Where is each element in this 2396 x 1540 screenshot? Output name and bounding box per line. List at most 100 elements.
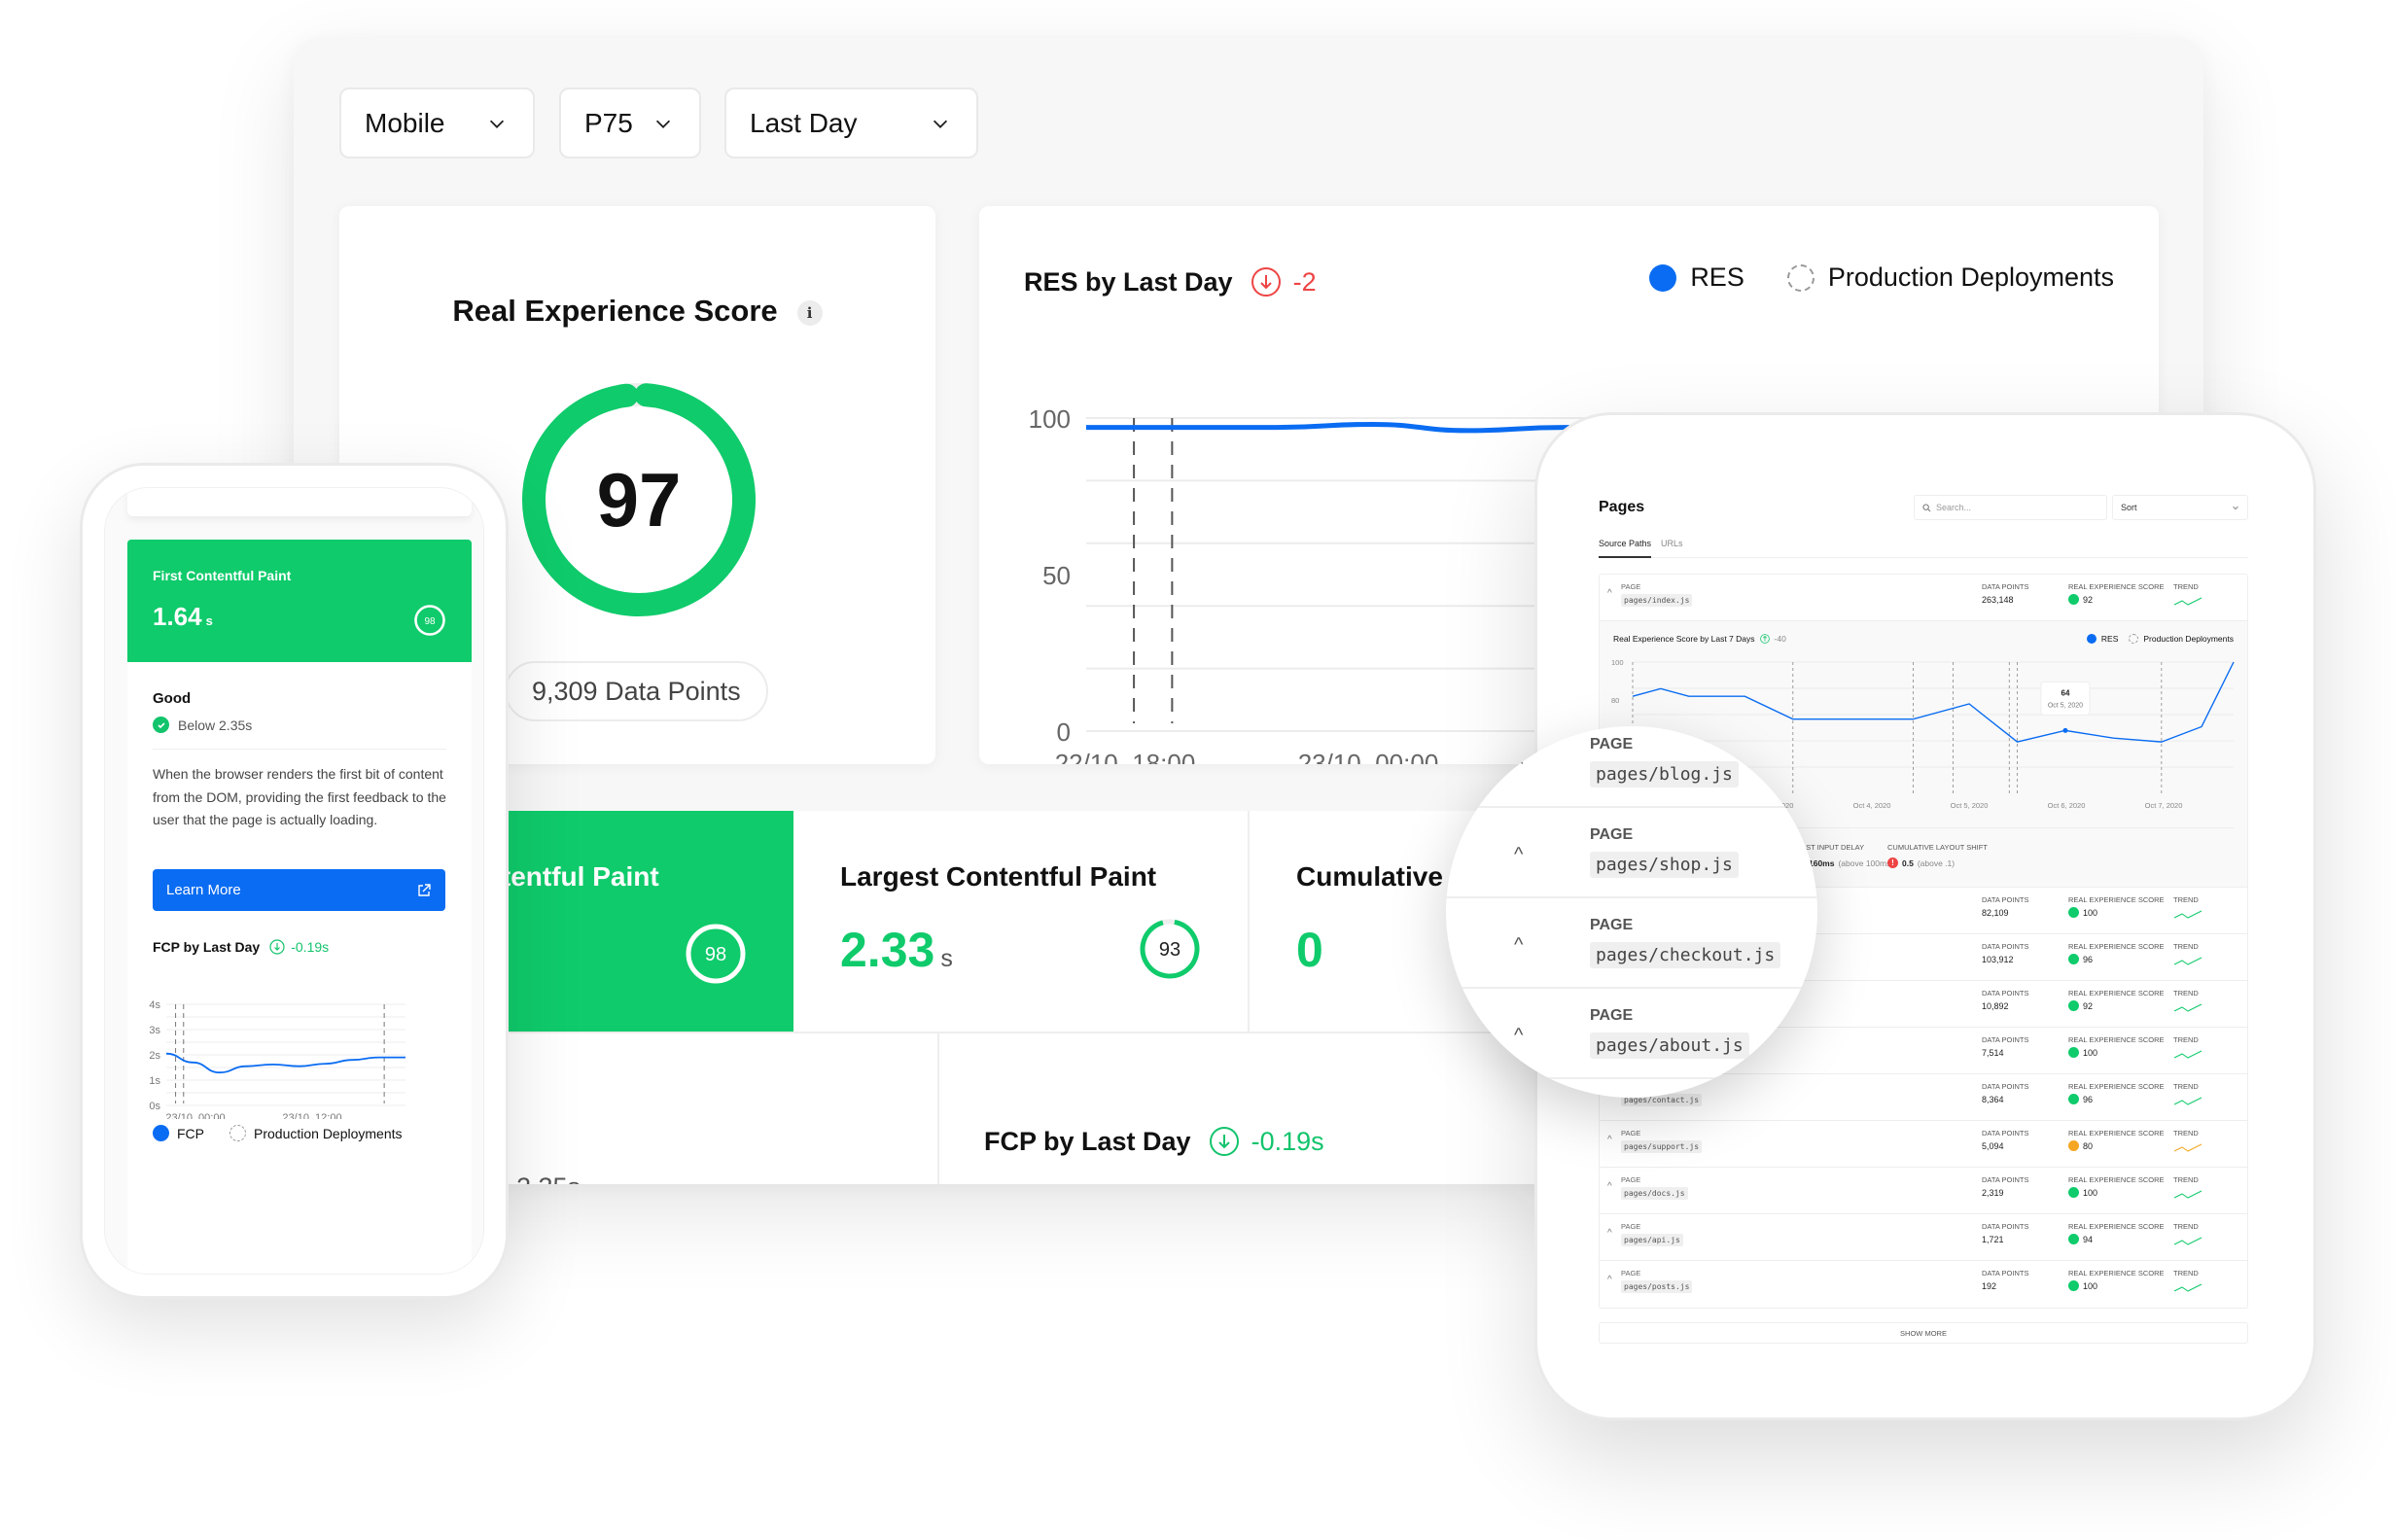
data-points-col-label: DATA POINTS (1982, 1175, 2029, 1184)
page-col-label: PAGE (1590, 917, 1634, 933)
error-icon: ! (1887, 858, 1898, 868)
divider (937, 1033, 939, 1184)
magnified-row[interactable]: ^ PAGE pages/about.js (1446, 990, 1817, 1079)
search-input[interactable]: Search... (1914, 495, 2107, 520)
res-value: 92 (2068, 594, 2093, 605)
x-tick-label: 23/10, 00:00 (1298, 749, 1439, 764)
metric-lcp-score: 93 (1159, 939, 1180, 961)
data-points-value: 103,912 (1982, 955, 2014, 964)
x-tick-label: Oct 7, 2020 (2145, 801, 2183, 810)
res-col-label: REAL EXPERIENCE SCORE (2068, 942, 2165, 951)
phone-description: When the browser renders the first bit o… (153, 766, 446, 827)
data-points-col-label: DATA POINTS (1982, 1129, 2029, 1138)
trend-sparkline (2173, 1097, 2202, 1105)
chevron-up-icon[interactable]: ^ (1607, 1228, 1612, 1239)
fcp-delta: -0.19s (1209, 1126, 1324, 1157)
metric-lcp-value: 2.33 s (840, 923, 953, 977)
fcp-threshold: 2.35s (516, 1172, 581, 1184)
trend-sparkline (2173, 1003, 2202, 1012)
deployments-legend-swatch (229, 1125, 246, 1141)
page-path: pages/blog.js (1590, 761, 1739, 788)
page-path: pages/support.js (1621, 1140, 1703, 1153)
data-points-col-label: DATA POINTS (1982, 989, 2029, 998)
x-tick-label: Oct 5, 2020 (1951, 801, 1989, 810)
magnified-row[interactable]: ^ PAGE pages/blog.js (1446, 726, 1817, 808)
fcp-series-line (165, 1052, 405, 1074)
percentile-dropdown[interactable]: P75 (559, 88, 701, 158)
table-row[interactable]: ^ PAGE pages/posts.js DATA POINTS 192 RE… (1600, 1261, 2247, 1308)
metric-cls-value: 0 (1296, 923, 1323, 977)
chevron-up-icon[interactable]: ^ (1514, 1025, 1523, 1047)
res-score-title: Real Experience Score i (339, 294, 935, 329)
metric-lcp[interactable]: Largest Contentful Paint 2.33 s 93 (793, 811, 1250, 1032)
chevron-up-icon[interactable]: ^ (1607, 1181, 1612, 1192)
table-row[interactable]: ^ PAGE pages/docs.js DATA POINTS 2,319 R… (1600, 1168, 2247, 1214)
magnified-row[interactable]: ^ PAGE pages/shop.js (1446, 809, 1817, 898)
res-score-value: 97 (596, 456, 682, 542)
chevron-up-icon[interactable]: ^ (1514, 844, 1523, 866)
chevron-down-icon (489, 120, 505, 128)
magnifier-callout: ^ PAGE pages/blog.js ^ PAGE pages/shop.js… (1446, 726, 1817, 1098)
status-badge-icon (2068, 594, 2079, 605)
trend-sparkline (2173, 597, 2202, 606)
page-col-label: PAGE (1590, 1007, 1634, 1024)
chevron-up-icon[interactable]: ^ (1514, 753, 1523, 776)
status-badge-icon (2068, 1234, 2079, 1244)
phone-chart-legend: FCP Production Deployments (153, 1125, 403, 1141)
range-dropdown-value: Last Day (750, 107, 858, 138)
table-row[interactable]: ^ PAGE pages/index.js DATA POINTS 263,14… (1600, 575, 2247, 621)
phone-status-detail: Below 2.35s (153, 717, 252, 733)
range-dropdown[interactable]: Last Day (724, 88, 978, 158)
magnified-row[interactable]: ^ PAGE pages/checkout.js (1446, 899, 1817, 989)
y-tick-label: 80 (1611, 696, 1619, 705)
phone-fcp-chart-title: FCP by Last Day -0.19s (153, 939, 330, 955)
deployments-legend-label: Production Deployments (1827, 262, 2114, 292)
res-value: 100 (2068, 1047, 2097, 1058)
show-more-button[interactable]: SHOW MORE (1599, 1322, 2248, 1344)
chevron-up-icon[interactable]: ^ (1607, 588, 1612, 599)
res-col-label: REAL EXPERIENCE SCORE (2068, 1082, 2165, 1091)
data-points-value: 10,892 (1982, 1001, 2009, 1011)
y-tick-label: 4s (149, 999, 160, 1011)
search-icon (1922, 503, 1931, 511)
chevron-up-icon[interactable]: ^ (1607, 1135, 1612, 1145)
tab-source-paths[interactable]: Source Paths (1599, 539, 1652, 558)
y-tick-label: 100 (1029, 404, 1071, 434)
res-value: 96 (2068, 1094, 2093, 1104)
trend-col-label: TREND (2173, 1082, 2199, 1091)
device-dropdown[interactable]: Mobile (339, 88, 535, 158)
page-path: pages/shop.js (1590, 852, 1739, 878)
data-points-col-label: DATA POINTS (1982, 1269, 2029, 1278)
table-row[interactable]: ^ PAGE pages/api.js DATA POINTS 1,721 RE… (1600, 1214, 2247, 1261)
res-value: 100 (2068, 907, 2097, 918)
data-points-col-label: DATA POINTS (1982, 895, 2029, 904)
res-col-label: REAL EXPERIENCE SCORE (2068, 1129, 2165, 1138)
phone-fcp-card: First Contentful Paint 1.64 s 98 (127, 540, 472, 662)
status-badge-icon (2068, 954, 2079, 964)
x-tick-label: Oct 6, 2020 (2048, 801, 2086, 810)
status-badge-icon (2068, 1140, 2079, 1151)
y-tick-label: 50 (1042, 561, 1071, 590)
sort-dropdown[interactable]: Sort (2112, 495, 2248, 520)
res-legend-swatch (1649, 263, 1677, 292)
res-legend-label: RES (1690, 262, 1744, 292)
chevron-up-icon[interactable]: ^ (1514, 934, 1523, 957)
metric-fcp[interactable]: First Contentful Paint 98 (382, 811, 793, 1032)
trend-sparkline (2173, 1050, 2202, 1059)
trend-sparkline (2173, 1143, 2202, 1152)
arrow-down-circle-icon (1251, 267, 1281, 297)
learn-more-button[interactable]: Learn More (153, 869, 445, 911)
trend-col-label: TREND (2173, 1129, 2199, 1138)
info-icon[interactable]: i (796, 299, 823, 326)
tooltip-box (2040, 681, 2091, 716)
chevron-up-icon[interactable]: ^ (1607, 1275, 1612, 1285)
trend-sparkline (2173, 1190, 2202, 1199)
phone-screen: First Contentful Paint 1.64 s 98 Good Bel… (104, 487, 484, 1275)
tooltip-date: Oct 5, 2020 (2048, 702, 2083, 709)
status-badge-icon (2068, 1000, 2079, 1011)
check-circle-icon (153, 717, 169, 733)
arrow-down-circle-icon (1209, 1127, 1239, 1156)
tab-urls[interactable]: URLs (1661, 539, 1683, 558)
data-points-col-label: DATA POINTS (1982, 1082, 2029, 1091)
table-row[interactable]: ^ PAGE pages/support.js DATA POINTS 5,09… (1600, 1121, 2247, 1168)
